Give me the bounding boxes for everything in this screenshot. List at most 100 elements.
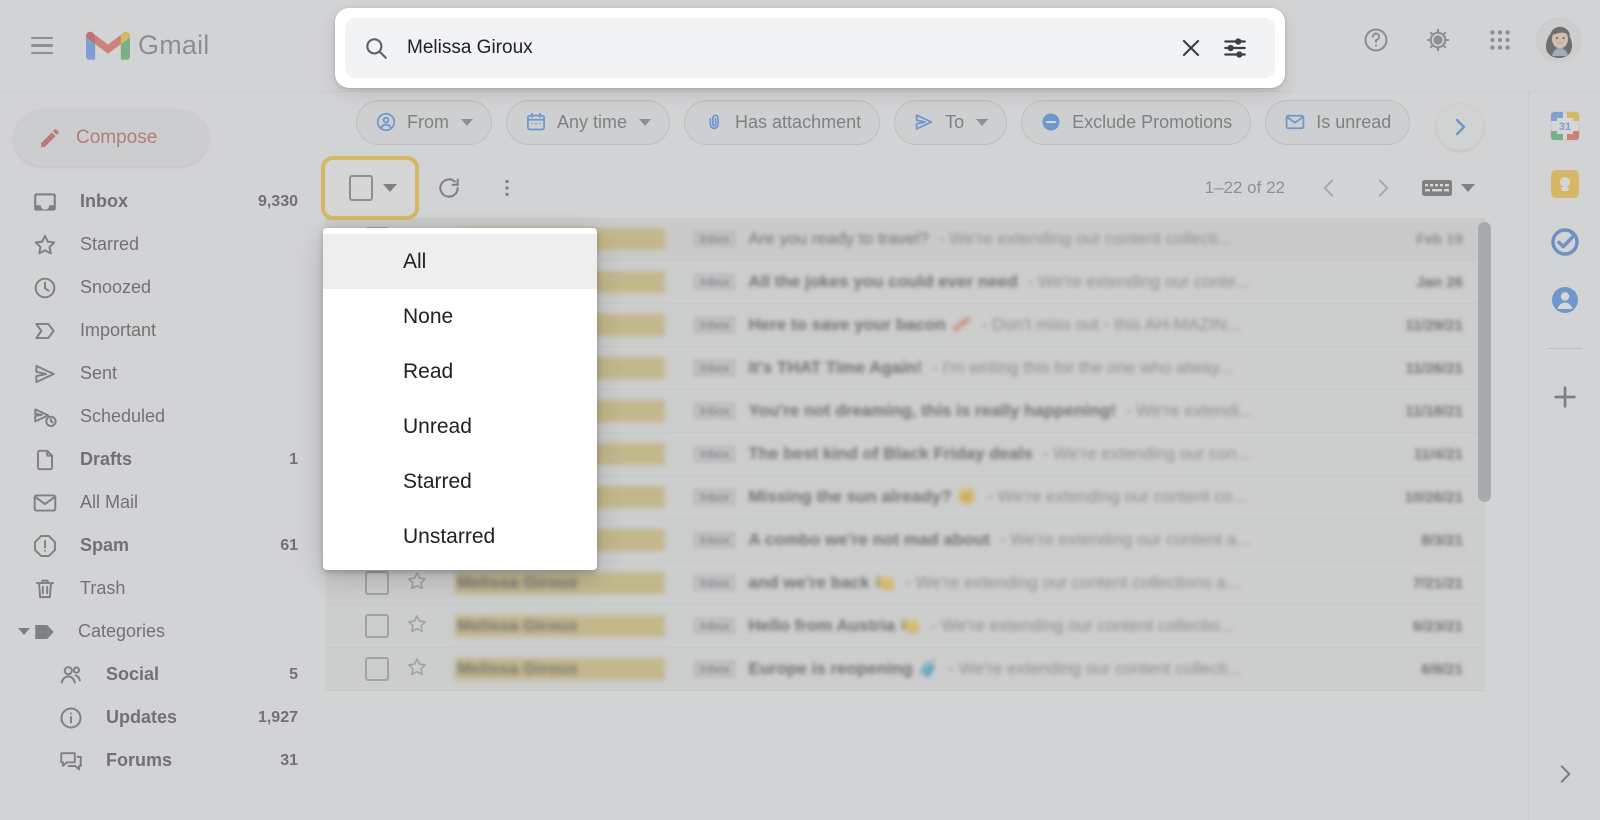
filter-chip-to[interactable]: To <box>894 99 1008 145</box>
filter-chip-exclude-promotions[interactable]: Exclude Promotions <box>1021 99 1252 145</box>
sidebar-item-social[interactable]: Social 5 <box>0 653 320 696</box>
sidebar-item-inbox[interactable]: Inbox 9,330 <box>0 180 320 223</box>
email-row-checkbox[interactable] <box>365 614 389 638</box>
sidebar-item-label: Scheduled <box>80 406 166 426</box>
sidebar-item-important[interactable]: Important <box>0 309 320 352</box>
plus-icon[interactable] <box>1549 381 1581 413</box>
side-panel-expand-button[interactable] <box>1552 761 1578 792</box>
hamburger-icon[interactable] <box>18 22 66 70</box>
sidebar-item-sent[interactable]: Sent <box>0 352 320 395</box>
app-title: Gmail <box>138 30 210 60</box>
sidebar-item-trash[interactable]: Trash <box>0 567 320 610</box>
filter-chip-from[interactable]: From <box>356 99 492 145</box>
avatar[interactable] <box>1536 17 1582 63</box>
email-date: 11/18/21 <box>1405 402 1463 420</box>
email-snippet: - We're extending our content collection… <box>905 573 1241 592</box>
search-container <box>335 8 1285 88</box>
email-label-chip: Inbox <box>693 359 737 377</box>
email-subject: and we're back 🍋 <box>748 573 896 592</box>
email-subject: Are you ready to travel? <box>748 229 929 248</box>
checkbox-unchecked-icon[interactable] <box>349 175 373 201</box>
sidebar-item-count: 5 <box>289 665 298 683</box>
contacts-icon[interactable] <box>1549 284 1581 316</box>
gmail-brand[interactable]: Gmail <box>86 29 210 63</box>
star-icon[interactable] <box>405 655 431 684</box>
search-options-button[interactable] <box>1213 26 1257 70</box>
sidebar-item-categories[interactable]: Categories <box>0 610 320 653</box>
email-date: 6/8/21 <box>1421 660 1463 678</box>
star-icon[interactable] <box>405 569 431 598</box>
refresh-button[interactable] <box>425 164 473 212</box>
email-subject: Europe is reopening 🧳 <box>748 659 939 678</box>
keep-icon[interactable] <box>1549 168 1581 200</box>
chevron-down-icon[interactable] <box>383 184 397 192</box>
sidebar-item-all-mail[interactable]: All Mail <box>0 481 320 524</box>
select-menu-item-all[interactable]: All <box>323 234 597 289</box>
calendar-icon[interactable]: 31 <box>1549 110 1581 142</box>
email-label-chip: Inbox <box>693 273 737 291</box>
list-scrollbar[interactable] <box>1478 222 1491 502</box>
select-menu-item-unread[interactable]: Unread <box>323 399 597 454</box>
sidebar-item-spam[interactable]: Spam 61 <box>0 524 320 567</box>
sidebar-item-drafts[interactable]: Drafts 1 <box>0 438 320 481</box>
email-label-chip: Inbox <box>693 660 737 678</box>
more-options-button[interactable] <box>483 164 531 212</box>
email-subject: The best kind of Black Friday deals <box>748 444 1033 463</box>
sidebar-item-snoozed[interactable]: Snoozed <box>0 266 320 309</box>
chips-next-button[interactable] <box>1437 104 1483 150</box>
info-icon <box>58 705 84 731</box>
email-row-checkbox[interactable] <box>365 571 389 595</box>
search-input[interactable] <box>407 37 1169 59</box>
sidebar-item-label: Social <box>106 664 160 684</box>
select-menu-item-read[interactable]: Read <box>323 344 597 399</box>
search-bar[interactable] <box>345 18 1275 78</box>
sidebar-item-forums[interactable]: Forums 31 <box>0 739 320 782</box>
email-date: 10/26/21 <box>1404 488 1463 506</box>
apps-grid-icon[interactable] <box>1474 14 1526 66</box>
chevron-down-icon[interactable] <box>976 118 989 126</box>
email-snippet: - We're extending our content collectio.… <box>930 616 1234 635</box>
gmail-app-window: Gmail Compose Inbox 9,330 Starred Snooze… <box>0 0 1600 820</box>
email-snippet: - We're extending our content co... <box>987 487 1247 506</box>
input-tools-button[interactable] <box>1421 177 1475 199</box>
scheduled-icon <box>32 404 58 430</box>
star-icon[interactable] <box>405 612 431 641</box>
select-all-dropdown[interactable] <box>325 160 415 216</box>
sidebar-item-label: Forums <box>106 750 173 770</box>
chevron-down-icon[interactable] <box>18 628 30 635</box>
email-row[interactable]: Melissa Giroux Inbox Europe is reopening 🧳… <box>325 648 1485 691</box>
help-icon[interactable] <box>1350 14 1402 66</box>
email-label-chip: Inbox <box>693 574 737 592</box>
search-options-icon <box>1224 38 1246 58</box>
filter-chip-has-attachment[interactable]: Has attachment <box>684 99 881 145</box>
pagination-prev-button[interactable] <box>1305 164 1353 212</box>
email-row-checkbox[interactable] <box>365 657 389 681</box>
chevron-right-icon <box>1560 765 1570 783</box>
pagination-next-button[interactable] <box>1359 164 1407 212</box>
filter-chip-any-time[interactable]: Any time <box>506 99 671 145</box>
clock-icon <box>32 275 58 301</box>
filter-chip-is-unread[interactable]: Is unread <box>1265 99 1411 145</box>
sidebar-item-scheduled[interactable]: Scheduled <box>0 395 320 438</box>
select-menu-item-unstarred[interactable]: Unstarred <box>323 509 597 564</box>
close-icon <box>1182 39 1200 57</box>
email-label-chip: Inbox <box>693 402 737 420</box>
gear-icon[interactable] <box>1412 14 1464 66</box>
email-snippet: - We're extendi... <box>1125 401 1254 420</box>
chevron-down-icon[interactable] <box>461 118 473 126</box>
compose-label: Compose <box>76 127 158 148</box>
email-sender: Melissa Giroux <box>455 658 665 680</box>
email-row[interactable]: Melissa Giroux Inbox Hello from Austria 🍋 -… <box>325 605 1485 648</box>
search-clear-button[interactable] <box>1169 26 1213 70</box>
tasks-icon[interactable] <box>1549 226 1581 258</box>
compose-button[interactable]: Compose <box>14 110 208 166</box>
select-menu-item-none[interactable]: None <box>323 289 597 344</box>
chevron-down-icon[interactable] <box>639 118 652 126</box>
sidebar: Compose Inbox 9,330 Starred Snoozed Importan… <box>0 92 320 820</box>
sidebar-item-starred[interactable]: Starred <box>0 223 320 266</box>
chevron-down-icon[interactable] <box>1461 184 1475 192</box>
draft-icon <box>32 447 58 473</box>
spam-icon <box>32 533 58 559</box>
select-menu-item-starred[interactable]: Starred <box>323 454 597 509</box>
sidebar-item-updates[interactable]: Updates 1,927 <box>0 696 320 739</box>
